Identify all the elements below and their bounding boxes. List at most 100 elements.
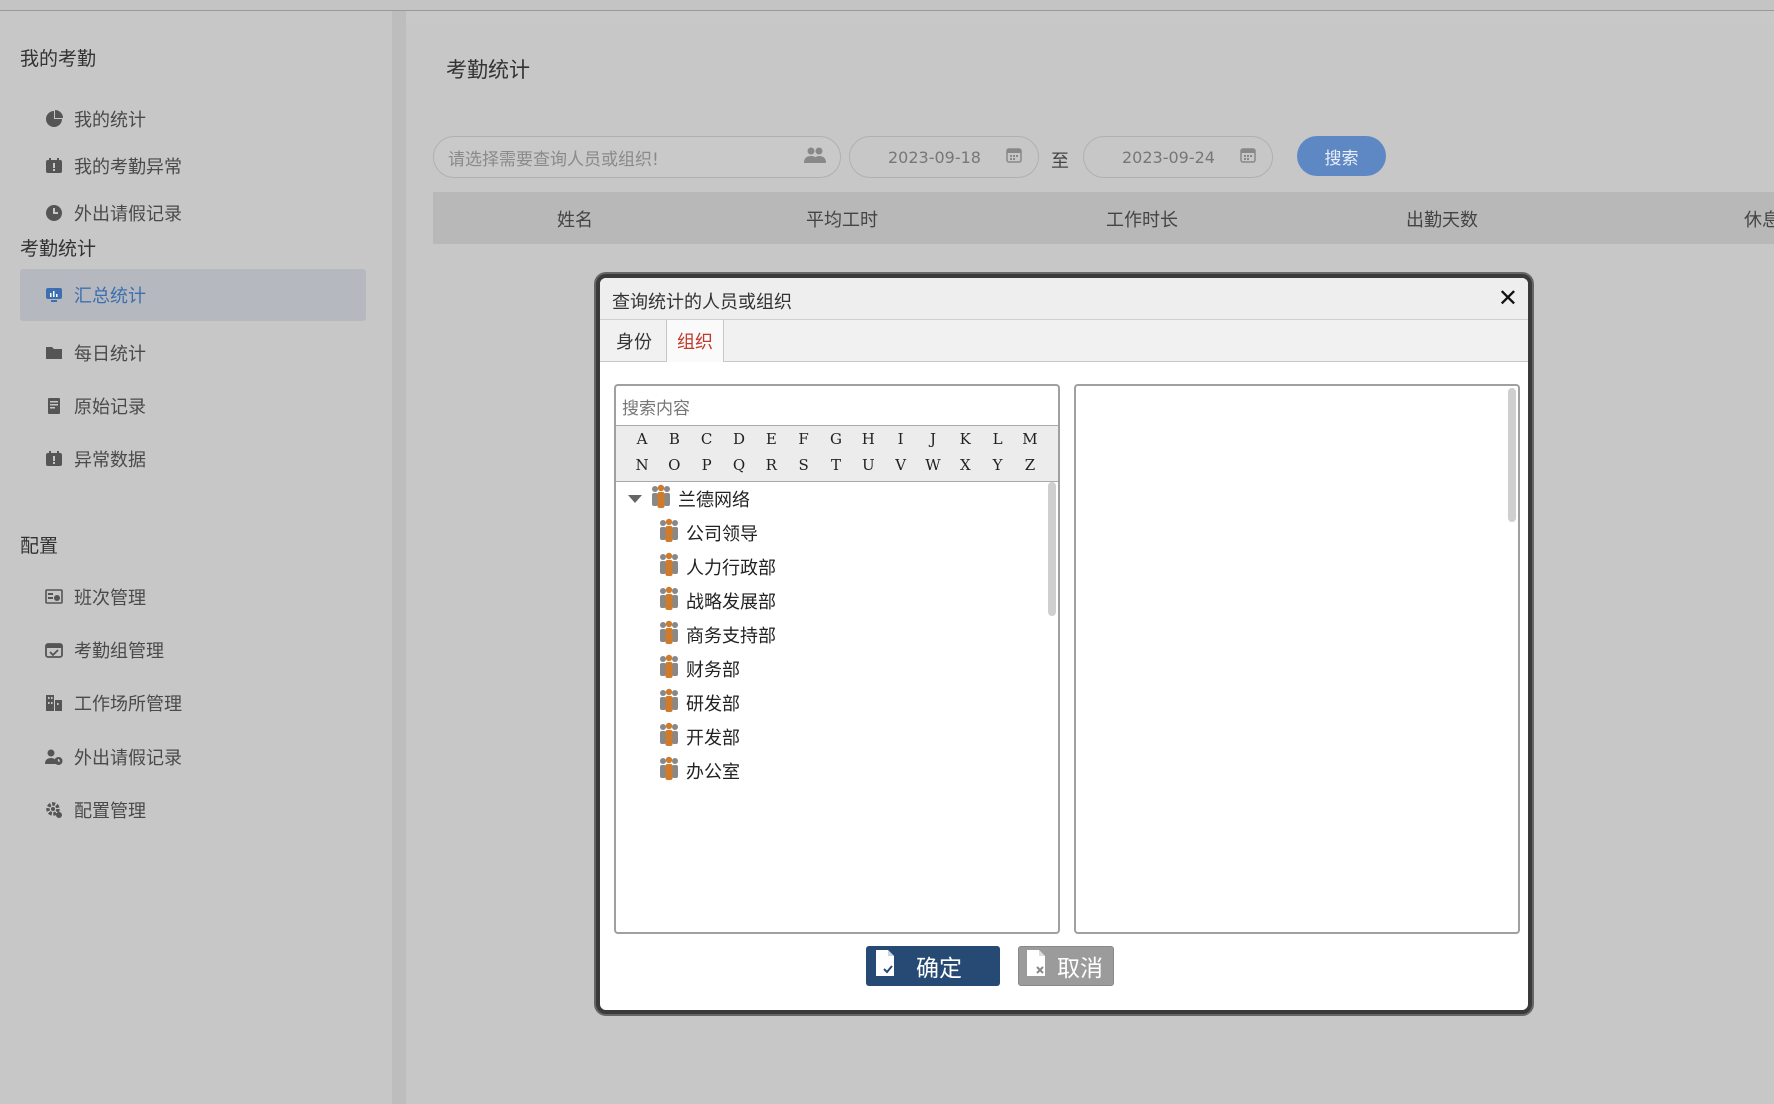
group-people-icon — [658, 654, 680, 685]
alpha-letter[interactable]: R — [755, 456, 787, 474]
tree-node[interactable]: 开发部 — [658, 722, 740, 752]
sidebar-item-label: 我的考勤异常 — [74, 157, 182, 178]
sidebar-item-daily-stats[interactable]: 每日统计 — [20, 327, 366, 379]
select-person-org-dialog: 查询统计的人员或组织 ✕ 身份 组织 搜索内容 A B C D E F G H … — [596, 274, 1532, 1014]
search-button[interactable]: 搜索 — [1297, 136, 1386, 176]
page-title: 考勤统计 — [446, 58, 530, 82]
alpha-letter[interactable]: T — [820, 456, 852, 474]
alpha-letter[interactable]: Z — [1014, 456, 1046, 474]
alpha-letter[interactable]: K — [949, 430, 981, 448]
confirm-label: 确定 — [916, 956, 962, 982]
group-people-icon — [650, 484, 672, 515]
tree-search-input[interactable]: 搜索内容 — [616, 386, 1058, 426]
tree-node-label: 研发部 — [686, 694, 740, 715]
date-to-input[interactable]: 2023-09-24 — [1083, 136, 1273, 178]
alpha-letter[interactable]: G — [820, 430, 852, 448]
sidebar-item-group-management[interactable]: 考勤组管理 — [20, 624, 366, 676]
tree-node[interactable]: 财务部 — [658, 654, 740, 684]
alpha-letter[interactable]: M — [1014, 430, 1046, 448]
dialog-tabs: 身份 组织 — [600, 320, 1528, 362]
folder-icon — [44, 343, 64, 363]
date-from-input[interactable]: 2023-09-18 — [849, 136, 1039, 178]
sidebar-item-config-management[interactable]: 配置管理 — [20, 784, 366, 836]
dialog-header: 查询统计的人员或组织 ✕ — [600, 278, 1528, 320]
calendar-alert-icon — [44, 156, 64, 176]
alpha-letter[interactable]: O — [658, 456, 690, 474]
dialog-title: 查询统计的人员或组织 — [612, 292, 792, 313]
confirm-button[interactable]: 确定 — [866, 946, 1000, 986]
sidebar-item-summary-stats[interactable]: 汇总统计 — [20, 269, 366, 321]
alpha-letter[interactable]: U — [852, 456, 884, 474]
top-bar — [0, 0, 1774, 11]
sidebar-item-label: 工作场所管理 — [74, 694, 182, 715]
cancel-label: 取消 — [1057, 956, 1103, 982]
alpha-letter[interactable]: H — [852, 430, 884, 448]
tree-node-label: 开发部 — [686, 728, 740, 749]
file-remove-icon — [1025, 949, 1047, 983]
tree-node[interactable]: 办公室 — [658, 756, 740, 786]
tree-node-label: 财务部 — [686, 660, 740, 681]
column-header-attendance-days[interactable]: 出勤天数 — [1406, 206, 1478, 232]
sidebar-item-leave-records-config[interactable]: 外出请假记录 — [20, 731, 366, 783]
cancel-button[interactable]: 取消 — [1018, 946, 1114, 986]
tree-node[interactable]: 商务支持部 — [658, 620, 776, 650]
tree-node-label: 公司领导 — [686, 524, 758, 545]
sidebar-item-raw-records[interactable]: 原始记录 — [20, 380, 366, 432]
chevron-down-icon[interactable] — [628, 495, 642, 503]
selected-scrollbar[interactable] — [1508, 388, 1516, 522]
group-people-icon — [658, 518, 680, 549]
sidebar-item-label: 我的统计 — [74, 110, 146, 131]
users-icon[interactable] — [804, 146, 826, 168]
column-header-name[interactable]: 姓名 — [557, 206, 593, 232]
sidebar-item-shift-management[interactable]: 班次管理 — [20, 571, 366, 623]
column-header-rest[interactable]: 休息 — [1744, 206, 1774, 232]
close-icon[interactable]: ✕ — [1498, 284, 1518, 312]
alpha-letter[interactable]: N — [626, 456, 658, 474]
alpha-letter[interactable]: Y — [982, 456, 1014, 474]
alpha-letter[interactable]: F — [788, 430, 820, 448]
alpha-letter[interactable]: A — [626, 430, 658, 448]
alpha-letter[interactable]: Q — [723, 456, 755, 474]
alpha-letter[interactable]: P — [691, 456, 723, 474]
calendar-icon[interactable] — [1240, 147, 1256, 167]
sidebar-item-my-stats[interactable]: 我的统计 — [20, 93, 366, 145]
alpha-letter[interactable]: X — [949, 456, 981, 474]
tree-node[interactable]: 研发部 — [658, 688, 740, 718]
pie-chart-icon — [44, 109, 64, 129]
group-people-icon — [658, 552, 680, 583]
sidebar-item-label: 原始记录 — [74, 397, 146, 418]
alpha-letter[interactable]: J — [917, 430, 949, 448]
tab-organization[interactable]: 组织 — [666, 320, 724, 362]
alpha-letter[interactable]: W — [917, 456, 949, 474]
tree-node[interactable]: 人力行政部 — [658, 552, 776, 582]
tree-node-label: 人力行政部 — [686, 558, 776, 579]
column-header-avg-hours[interactable]: 平均工时 — [806, 206, 878, 232]
group-people-icon — [658, 722, 680, 753]
sidebar-item-label: 考勤组管理 — [74, 641, 164, 662]
column-header-work-duration[interactable]: 工作时长 — [1106, 206, 1178, 232]
sidebar-item-exception-data[interactable]: 异常数据 — [20, 433, 366, 485]
tab-identity[interactable]: 身份 — [606, 320, 662, 362]
tree-node-root[interactable]: 兰德网络 — [628, 484, 750, 514]
date-range-separator: 至 — [1051, 151, 1069, 172]
alpha-letter[interactable]: L — [982, 430, 1014, 448]
alpha-letter[interactable]: B — [658, 430, 690, 448]
sidebar-item-label: 配置管理 — [74, 801, 146, 822]
tree-node[interactable]: 公司领导 — [658, 518, 758, 548]
alpha-letter[interactable]: D — [723, 430, 755, 448]
tree-node[interactable]: 战略发展部 — [658, 586, 776, 616]
calendar-icon[interactable] — [1006, 147, 1022, 167]
sidebar-item-my-exceptions[interactable]: 我的考勤异常 — [20, 140, 366, 192]
group-people-icon — [658, 620, 680, 651]
sidebar-item-leave-records[interactable]: 外出请假记录 — [20, 187, 366, 239]
sidebar-item-workplace-management[interactable]: 工作场所管理 — [20, 677, 366, 729]
alpha-letter[interactable]: E — [755, 430, 787, 448]
tree-scrollbar[interactable] — [1048, 482, 1056, 616]
alpha-letter[interactable]: I — [885, 430, 917, 448]
person-org-search-input[interactable]: 请选择需要查询人员或组织! — [433, 136, 841, 178]
alpha-letter[interactable]: S — [788, 456, 820, 474]
tree-node-label: 兰德网络 — [678, 490, 750, 511]
alpha-letter[interactable]: C — [691, 430, 723, 448]
sidebar-item-label: 班次管理 — [74, 588, 146, 609]
alpha-letter[interactable]: V — [885, 456, 917, 474]
